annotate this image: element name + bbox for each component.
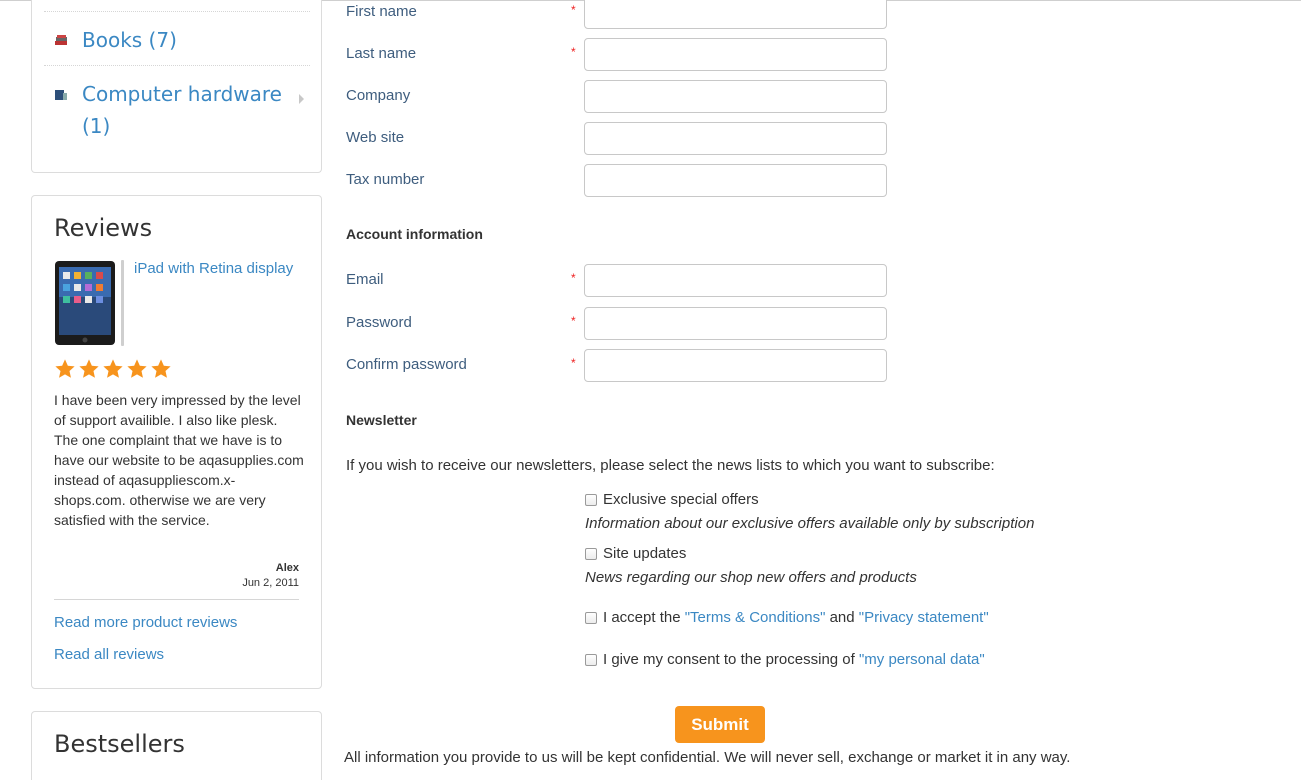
rating-stars (54, 358, 172, 380)
category-count[interactable]: (1) (82, 110, 110, 142)
read-more-reviews-link[interactable]: Read more product reviews (54, 614, 237, 631)
privacy-statement-link[interactable]: "Privacy statement" (859, 609, 989, 626)
last-name-field[interactable] (584, 38, 887, 71)
category-label[interactable]: Books (7) (82, 24, 177, 56)
product-thumbnail-side (121, 260, 124, 346)
chevron-right-icon[interactable] (299, 94, 304, 104)
bestsellers-title: Bestsellers (54, 730, 185, 758)
star-icon (103, 359, 123, 378)
review-author: Alex (275, 562, 299, 574)
password-label: Password (346, 314, 412, 331)
company-field[interactable] (584, 80, 887, 113)
company-label: Company (346, 87, 411, 104)
bestsellers-box: Bestsellers (31, 711, 322, 780)
accept-terms-prefix: I accept the (603, 609, 685, 626)
reviews-box: Reviews iPad with Retina display I have … (31, 195, 322, 689)
first-name-label: First name (346, 3, 417, 20)
site-updates-checkbox[interactable] (585, 548, 597, 560)
required-marker: * (571, 271, 576, 285)
required-marker: * (571, 45, 576, 59)
product-thumbnail[interactable] (54, 260, 116, 346)
read-all-reviews-link[interactable]: Read all reviews (54, 646, 164, 663)
tax-number-label: Tax number (346, 171, 425, 188)
consent-label: I give my consent to the processing of "… (603, 651, 985, 668)
confirm-password-field[interactable] (584, 349, 887, 382)
first-name-field[interactable] (584, 0, 887, 29)
star-icon (79, 359, 99, 378)
category-item-books[interactable]: Books (7) (44, 11, 310, 65)
site-updates-label[interactable]: Site updates (603, 545, 686, 562)
confidentiality-note: All information you provide to us will b… (344, 749, 1071, 766)
star-icon (151, 359, 171, 378)
required-marker: * (571, 356, 576, 370)
newsletter-heading: Newsletter (346, 412, 417, 428)
accept-terms-checkbox[interactable] (585, 612, 597, 624)
personal-data-consent-checkbox[interactable] (585, 654, 597, 666)
account-information-heading: Account information (346, 226, 483, 242)
submit-button[interactable]: Submit (675, 706, 765, 743)
last-name-label: Last name (346, 45, 417, 62)
email-field[interactable] (584, 264, 887, 297)
web-site-field[interactable] (584, 122, 887, 155)
review-text: I have been very impressed by the level … (54, 392, 304, 528)
confirm-password-label: Confirm password (346, 356, 467, 373)
exclusive-offers-checkbox[interactable] (585, 494, 597, 506)
hardware-icon (55, 90, 67, 100)
category-item-computer-hardware[interactable]: Computer hardware (1) (44, 65, 310, 155)
accept-terms-label: I accept the "Terms & Conditions" and "P… (603, 609, 989, 626)
exclusive-offers-description: Information about our exclusive offers a… (585, 515, 1035, 532)
required-marker: * (571, 3, 576, 17)
terms-conditions-link[interactable]: "Terms & Conditions" (685, 609, 826, 626)
categories-box: Books (7) Computer hardware (1) (31, 0, 322, 173)
site-updates-description: News regarding our shop new offers and p… (585, 569, 917, 586)
personal-data-link[interactable]: "my personal data" (859, 651, 985, 668)
reviews-title: Reviews (54, 214, 153, 242)
web-site-label: Web site (346, 129, 405, 146)
password-field[interactable] (584, 307, 887, 340)
tax-number-field[interactable] (584, 164, 887, 197)
books-icon (55, 35, 67, 45)
required-marker: * (571, 314, 576, 328)
exclusive-offers-label[interactable]: Exclusive special offers (603, 491, 759, 508)
star-icon (127, 359, 147, 378)
review-date: Jun 2, 2011 (242, 577, 299, 589)
review-product-link[interactable]: iPad with Retina display (134, 260, 293, 277)
email-label: Email (346, 271, 384, 288)
star-icon (55, 359, 75, 378)
consent-prefix: I give my consent to the processing of (603, 651, 859, 668)
category-label[interactable]: Computer hardware (82, 78, 282, 110)
newsletter-intro: If you wish to receive our newsletters, … (346, 457, 995, 474)
accept-terms-and: and (825, 609, 859, 626)
divider (54, 599, 299, 600)
